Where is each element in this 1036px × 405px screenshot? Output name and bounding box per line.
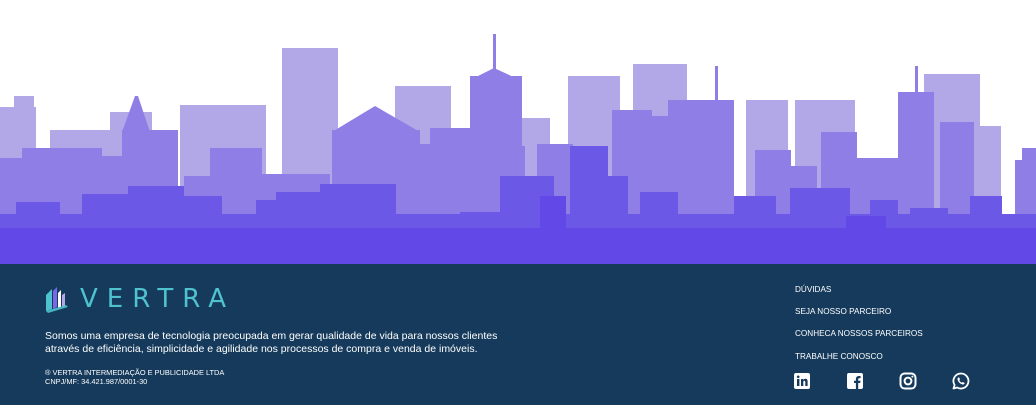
- social-links: [793, 372, 983, 392]
- building-bars-icon: [46, 287, 68, 313]
- instagram-icon[interactable]: [899, 372, 917, 390]
- brand-name: VERTRA: [80, 284, 236, 314]
- company-cnpj: CNPJ/MF: 34.421.987/0001-30: [45, 377, 148, 386]
- company-description-line: Somos uma empresa de tecnologia preocupa…: [45, 330, 498, 342]
- facebook-icon[interactable]: [846, 372, 864, 390]
- footer-link-trabalhe-conosco[interactable]: TRABALHE CONOSCO: [795, 352, 995, 374]
- footer-links: DÚVIDAS SEJA NOSSO PARCEIRO CONHECA NOSS…: [795, 285, 995, 374]
- brand-logo[interactable]: VERTRA: [44, 284, 235, 314]
- footer-link-duvidas[interactable]: DÚVIDAS: [795, 285, 995, 307]
- city-skyline-illustration: [0, 34, 1036, 265]
- linkedin-icon[interactable]: [793, 372, 811, 390]
- site-footer: VERTRA Somos uma empresa de tecnologia p…: [0, 264, 1036, 405]
- whatsapp-icon[interactable]: [952, 372, 970, 390]
- legal-info: ® VERTRA INTERMEDIAÇÃO E PUBLICIDADE LTD…: [45, 368, 445, 386]
- footer-link-seja-parceiro[interactable]: SEJA NOSSO PARCEIRO: [795, 307, 995, 329]
- footer-link-conheca-parceiros[interactable]: CONHECA NOSSOS PARCEIROS: [795, 329, 995, 351]
- company-description-line: através de eficiência, simplicidade e ag…: [45, 342, 478, 355]
- company-description: Somos uma empresa de tecnologia preocupa…: [45, 330, 565, 355]
- company-legal-name: ® VERTRA INTERMEDIAÇÃO E PUBLICIDADE LTD…: [45, 368, 225, 377]
